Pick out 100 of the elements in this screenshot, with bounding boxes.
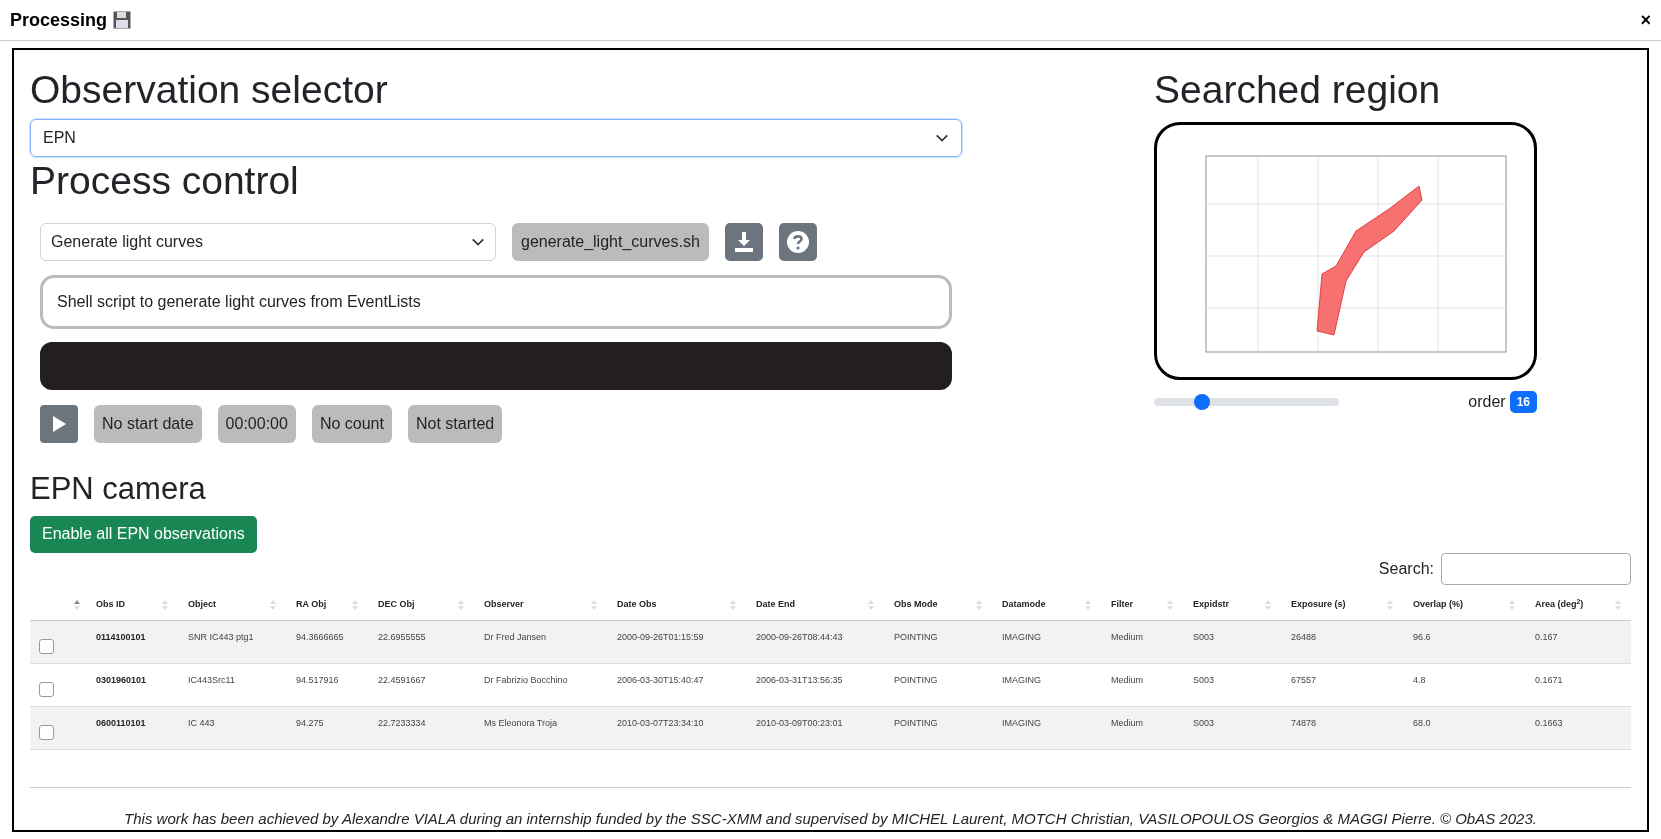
column-header[interactable]: Exposure (s) xyxy=(1291,598,1346,612)
sort-icon xyxy=(730,599,736,611)
column-header[interactable]: Observer xyxy=(484,598,524,612)
table-cell: Medium xyxy=(1111,717,1143,728)
column-header[interactable]: Overlap (%) xyxy=(1413,598,1463,612)
table-cell: 2010-03-07T23:34:10 xyxy=(617,717,704,728)
download-icon xyxy=(734,232,753,252)
column-header[interactable]: Object xyxy=(188,598,216,612)
order-value-badge: 16 xyxy=(1509,391,1537,413)
help-icon xyxy=(785,230,810,254)
footer-credits: This work has been achieved by Alexandre VIALA during an internship funded by the SSC-XMM and supervised by MICHEL Laurent, MOTCH Christian, VASILOPOULOS Georgios & MAGGI Pierre. © ObAS 2023. xyxy=(124,808,1537,829)
status-badge: No start date xyxy=(94,405,202,443)
sort-icon xyxy=(1615,599,1621,611)
column-header[interactable]: Datamode xyxy=(1002,598,1046,612)
script-name-badge: generate_light_curves.sh xyxy=(512,223,709,261)
description-box: Shell script to generate light curves from EventLists xyxy=(40,275,952,329)
table-cell: 2010-03-09T00:23:01 xyxy=(756,717,843,728)
table-cell: 2006-03-30T15:40:47 xyxy=(617,674,704,685)
table-cell: 22.4591667 xyxy=(378,674,426,685)
column-header[interactable]: Obs ID xyxy=(96,598,125,612)
table-cell: 2000-09-26T01:15:59 xyxy=(617,631,704,642)
slider-thumb[interactable] xyxy=(1194,394,1211,410)
table-cell: S003 xyxy=(1193,674,1215,685)
column-header[interactable]: Obs Mode xyxy=(894,598,938,612)
observation-select[interactable]: EPN xyxy=(30,119,962,157)
sort-icon xyxy=(1509,599,1515,611)
table-cell: 2006-03-31T13:56:35 xyxy=(756,674,843,685)
table-cell: Dr Fabrizio Bocchino xyxy=(484,674,568,685)
sort-icon xyxy=(1167,599,1173,611)
column-header[interactable]: Expidstr xyxy=(1193,598,1229,612)
sort-icon xyxy=(976,599,982,611)
table-cell: 96.6 xyxy=(1413,631,1431,642)
table-cell: IC 443 xyxy=(188,717,215,728)
row-checkbox[interactable] xyxy=(39,682,54,697)
table-cell: 0301960101 xyxy=(96,674,147,685)
sort-icon xyxy=(352,599,358,611)
column-header[interactable]: Area (deg$^{2}$) xyxy=(1535,598,1584,612)
search-field[interactable] xyxy=(1441,552,1631,585)
table-cell: 26488 xyxy=(1291,631,1317,642)
sort-icon xyxy=(74,599,80,611)
table-cell: POINTING xyxy=(894,631,938,642)
order-label: order xyxy=(1468,392,1506,412)
table-cell: 68.0 xyxy=(1413,717,1431,728)
play-icon xyxy=(52,416,66,432)
column-header[interactable]: Date End xyxy=(756,598,795,612)
sort-icon xyxy=(1085,599,1091,611)
table-cell: IC443Src11 xyxy=(188,674,235,685)
window-title: Processing xyxy=(10,8,108,32)
table-cell: 67557 xyxy=(1291,674,1317,685)
row-checkbox[interactable] xyxy=(39,725,54,740)
column-header[interactable]: RA Obj xyxy=(296,598,327,612)
status-badge: No count xyxy=(311,405,392,443)
table-cell: 0114100101 xyxy=(96,631,146,642)
close-button[interactable]: × xyxy=(1640,11,1651,29)
sort-icon xyxy=(162,599,168,611)
table-cell: Ms Eleonora Troja xyxy=(484,717,558,728)
section-heading: Process control xyxy=(30,159,300,203)
status-badge: 00:00:00 xyxy=(217,405,296,443)
sort-icon xyxy=(270,599,276,611)
enable-all-button[interactable]: Enable all EPN observations xyxy=(30,516,257,553)
table-cell: 94.3666665 xyxy=(296,631,344,642)
table-cell: S003 xyxy=(1193,631,1215,642)
table-cell: POINTING xyxy=(894,674,938,685)
table-cell: 94.517916 xyxy=(296,674,339,685)
table-cell: 94.275 xyxy=(296,717,324,728)
table-cell: POINTING xyxy=(894,717,938,728)
table-cell: 74878 xyxy=(1291,717,1317,728)
process-select[interactable]: Generate light curves xyxy=(40,223,496,261)
table-cell: Dr Fred Jansen xyxy=(484,631,547,642)
table-cell: Medium xyxy=(1111,631,1143,642)
column-header[interactable]: Filter xyxy=(1111,598,1133,612)
camera-heading: EPN camera xyxy=(30,471,207,507)
table-cell: IMAGING xyxy=(1002,631,1041,642)
sort-icon xyxy=(1387,599,1393,611)
play-button[interactable] xyxy=(40,405,78,443)
table-cell: IMAGING xyxy=(1002,674,1041,685)
help-button[interactable] xyxy=(778,223,817,261)
table-cell: 0.1663 xyxy=(1535,717,1563,728)
section-heading: Observation selector xyxy=(30,68,389,112)
search-label: Search: xyxy=(1378,558,1434,579)
column-header[interactable]: DEC Obj xyxy=(378,598,415,612)
sort-icon xyxy=(458,599,464,611)
table-cell: 0600110101 xyxy=(96,717,146,728)
table-cell: 22.7233334 xyxy=(378,717,426,728)
table-cell: IMAGING xyxy=(1002,717,1041,728)
table-cell: Medium xyxy=(1111,674,1143,685)
download-button[interactable] xyxy=(724,223,763,261)
table-cell: 22.6955555 xyxy=(378,631,426,642)
column-header[interactable]: Date Obs xyxy=(617,598,657,612)
sort-icon xyxy=(868,599,874,611)
section-heading: Searched region xyxy=(1154,68,1442,112)
table-cell: 0.1671 xyxy=(1535,674,1563,685)
row-checkbox[interactable] xyxy=(39,639,54,654)
table-cell: 2000-09-26T08:44:43 xyxy=(756,631,843,642)
table-cell: 4.8 xyxy=(1413,674,1426,685)
status-badge: Not started xyxy=(407,405,503,443)
table-cell: S003 xyxy=(1193,717,1215,728)
table-cell: SNR IC443 ptg1 xyxy=(188,631,254,642)
table-cell: 0.167 xyxy=(1535,631,1558,642)
sort-icon xyxy=(591,599,597,611)
